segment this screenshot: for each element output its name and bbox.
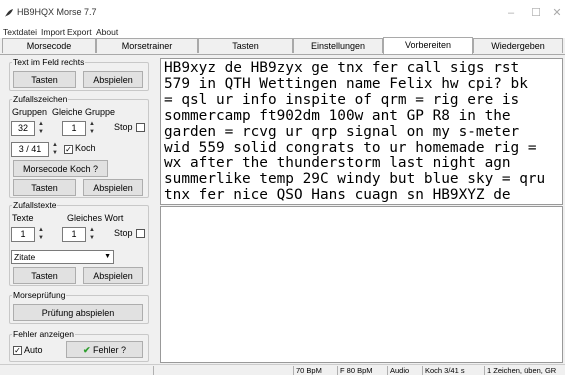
spin-down-icon[interactable]: ▼ (88, 129, 96, 136)
texts-spinner-arrows[interactable]: ▲ ▼ (36, 227, 46, 242)
tasten-button[interactable]: Tasten (13, 179, 76, 196)
spin-up-icon[interactable]: ▲ (88, 227, 96, 234)
auto-label: Auto (24, 345, 43, 355)
tasten-button[interactable]: Tasten (13, 71, 76, 88)
chevron-down-icon: ▼ (104, 253, 111, 260)
koch-count-spinner-arrows[interactable]: ▲ ▼ (50, 142, 60, 157)
group-legend: Fehler anzeigen (13, 329, 74, 339)
spin-down-icon[interactable]: ▼ (51, 150, 59, 157)
secondary-text-area[interactable] (160, 206, 563, 363)
abspielen-button[interactable]: Abspielen (83, 267, 143, 284)
stop-checkbox[interactable] (136, 229, 145, 238)
tab-strip: Morsecode Morsetrainer Tasten Einstellun… (0, 37, 565, 54)
group-legend: Zufallszeichen (13, 94, 68, 104)
minimize-icon[interactable]: – (502, 6, 520, 20)
group-legend: Zufallstexte (13, 200, 57, 210)
koch-count-spinner[interactable]: 3 / 41 (11, 142, 49, 157)
menu-import[interactable]: Import (41, 27, 65, 37)
tab-tasten[interactable]: Tasten (198, 38, 293, 53)
menu-export[interactable]: Export (67, 27, 92, 37)
spin-up-icon[interactable]: ▲ (88, 121, 96, 128)
spin-up-icon[interactable]: ▲ (51, 142, 59, 149)
tab-morsetrainer[interactable]: Morsetrainer (96, 38, 198, 53)
close-icon[interactable]: ✕ (548, 6, 565, 20)
maximize-icon[interactable]: ☐ (527, 6, 545, 20)
groups-spinner-arrows[interactable]: ▲ ▼ (36, 121, 46, 136)
spin-down-icon[interactable]: ▼ (88, 235, 96, 242)
feather-icon (5, 9, 13, 17)
abspielen-button[interactable]: Abspielen (83, 71, 143, 88)
menu-about[interactable]: About (96, 27, 118, 37)
same-group-spinner[interactable]: 1 (62, 121, 86, 136)
spin-up-icon[interactable]: ▲ (37, 227, 45, 234)
tab-vorbereiten[interactable]: Vorbereiten (383, 37, 473, 54)
group-legend: Morseprüfung (13, 290, 66, 300)
spin-up-icon[interactable]: ▲ (37, 121, 45, 128)
morsecode-koch-button[interactable]: Morsecode Koch ? (13, 160, 108, 177)
abspielen-button[interactable]: Abspielen (83, 179, 143, 196)
title-bar: HB9HQX Morse 7.7 – ☐ ✕ (0, 0, 565, 26)
koch-checkbox[interactable]: ✓ (64, 145, 73, 154)
texts-spinner[interactable]: 1 (11, 227, 35, 242)
spin-down-icon[interactable]: ▼ (37, 129, 45, 136)
same-group-label: Gleiche Gruppe (52, 107, 116, 117)
texts-label: Texte (12, 213, 34, 223)
tab-morsecode[interactable]: Morsecode (2, 38, 96, 53)
koch-label: Koch (75, 143, 96, 153)
tasten-button[interactable]: Tasten (13, 267, 76, 284)
pruefung-abspielen-button[interactable]: Prüfung abspielen (13, 304, 143, 321)
auto-checkbox[interactable]: ✓ (13, 346, 22, 355)
fehler-button[interactable]: ✔ Fehler ? (66, 341, 143, 358)
menu-textdatei[interactable]: Textdatei (3, 27, 37, 37)
group-legend: Text im Feld rechts (13, 57, 85, 67)
tab-wiedergeben[interactable]: Wiedergeben (473, 38, 563, 53)
spin-down-icon[interactable]: ▼ (37, 235, 45, 242)
check-icon: ✔ (82, 345, 91, 355)
groups-label: Gruppen (12, 107, 48, 117)
groups-spinner[interactable]: 32 (11, 121, 35, 136)
status-bar: 70 BpM F 80 BpM Audio Koch 3/41 s 1 Zeic… (0, 364, 565, 375)
text-source-dropdown[interactable]: Zitate ▼ (11, 250, 114, 264)
fehler-button-label: Fehler ? (93, 345, 127, 355)
window-title: HB9HQX Morse 7.7 (17, 7, 97, 17)
same-word-spinner[interactable]: 1 (62, 227, 86, 242)
same-word-label: Gleiches Wort (67, 213, 124, 223)
main-text-area[interactable]: HB9xyz de HB9zyx ge tnx fer call sigs rs… (160, 58, 563, 205)
stop-label: Stop (114, 228, 133, 238)
tab-einstellungen[interactable]: Einstellungen (293, 38, 383, 53)
same-word-spinner-arrows[interactable]: ▲ ▼ (87, 227, 97, 242)
menu-bar: Textdatei Import Export About (0, 26, 565, 38)
dropdown-value: Zitate (14, 252, 36, 262)
stop-checkbox[interactable] (136, 123, 145, 132)
stop-label: Stop (114, 122, 133, 132)
same-group-spinner-arrows[interactable]: ▲ ▼ (87, 121, 97, 136)
